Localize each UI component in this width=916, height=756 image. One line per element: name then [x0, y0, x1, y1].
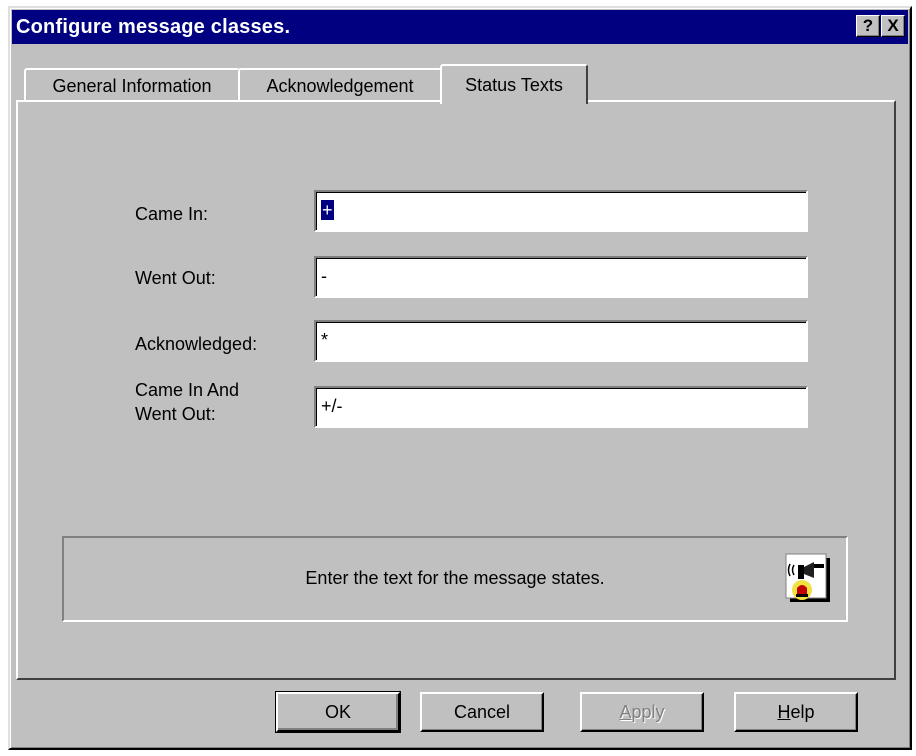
tab-status-texts[interactable]: Status Texts [440, 64, 588, 104]
apply-button[interactable]: Apply [580, 692, 704, 732]
came-in-field[interactable]: + [314, 190, 808, 232]
cancel-button[interactable]: Cancel [420, 692, 544, 732]
came-in-and-went-out-label: Came In And Went Out: [135, 378, 239, 426]
help-title-button[interactable]: ? [856, 15, 880, 37]
status-texts-panel: Came In: + Went Out: - Acknowledged: * C… [16, 100, 896, 680]
apply-rest: pply [631, 701, 665, 722]
title-bar[interactable]: Configure message classes. ? X [12, 10, 908, 44]
help-accel: H [777, 701, 791, 722]
came-in-and-went-out-value: +/- [321, 396, 343, 416]
tab-strip: General Information Acknowledgement Stat… [12, 62, 892, 104]
came-in-and-went-out-label-line2: Went Out: [135, 404, 216, 424]
hint-text: Enter the text for the message states. [305, 568, 605, 588]
tab-acknowledgement[interactable]: Acknowledgement [238, 68, 442, 102]
apply-accel: A [619, 701, 632, 722]
went-out-field[interactable]: - [314, 256, 808, 298]
acknowledged-label: Acknowledged: [135, 334, 258, 354]
came-in-label: Came In: [135, 204, 209, 224]
help-button[interactable]: Help [734, 692, 858, 732]
ok-button[interactable]: OK [275, 691, 401, 733]
came-in-and-went-out-field[interactable]: +/- [314, 386, 808, 428]
came-in-value: + [321, 200, 334, 220]
tab-general-information[interactable]: General Information [24, 68, 240, 102]
hint-box: Enter the text for the message states. [62, 536, 848, 622]
went-out-value: - [321, 266, 327, 286]
help-rest: elp [790, 701, 815, 722]
close-button[interactable]: X [881, 15, 905, 37]
went-out-label: Went Out: [135, 268, 216, 288]
acknowledged-field[interactable]: * [314, 320, 808, 362]
alarm-horn-icon [785, 553, 830, 602]
acknowledged-value: * [321, 330, 329, 350]
came-in-and-went-out-label-line1: Came In And [135, 380, 240, 400]
dialog-title: Configure message classes. [16, 15, 291, 38]
